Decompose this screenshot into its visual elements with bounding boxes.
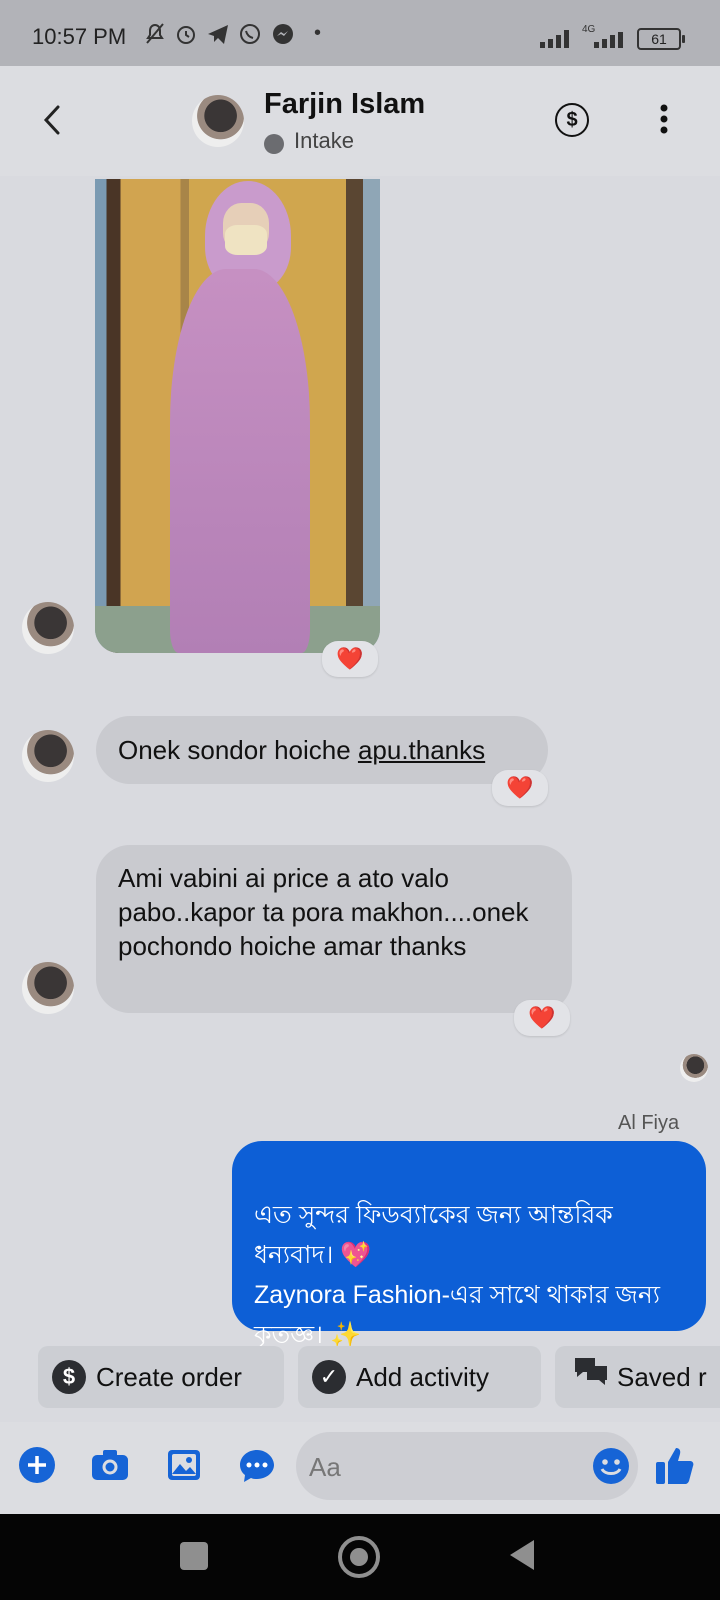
message-link[interactable]: apu.thanks — [358, 735, 485, 765]
home-icon[interactable] — [338, 1536, 380, 1578]
contact-avatar[interactable] — [192, 95, 244, 147]
chip-label: Saved r — [617, 1362, 707, 1392]
dollar-circle-icon[interactable]: $ — [555, 103, 589, 137]
image-icon[interactable] — [166, 1448, 202, 1487]
thumbs-up-icon[interactable] — [654, 1444, 696, 1491]
chip-label: Add activity — [356, 1362, 489, 1392]
message-input-placeholder: Aa — [309, 1452, 341, 1482]
presence-dot — [264, 134, 284, 154]
create-order-chip[interactable]: $ Create order — [38, 1346, 284, 1408]
heart-reaction[interactable]: ❤️ — [322, 641, 378, 677]
alarm-icon — [174, 22, 198, 52]
heart-reaction[interactable]: ❤️ — [492, 770, 548, 806]
battery-indicator: 61 — [637, 28, 685, 50]
sender-avatar[interactable] — [22, 730, 74, 782]
back-nav-icon[interactable] — [508, 1538, 536, 1577]
message-input[interactable] — [296, 1432, 638, 1500]
message-bubble[interactable]: Onek sondor hoiche apu.thanks — [96, 716, 548, 784]
chip-label: Create order — [96, 1362, 242, 1392]
chat-bubbles-icon — [573, 1346, 609, 1408]
check-circle-icon: ✓ — [312, 1360, 346, 1395]
mute-icon — [144, 22, 166, 52]
dollar-circle-icon: $ — [52, 1360, 86, 1395]
chat-header — [0, 66, 720, 176]
telegram-icon — [206, 22, 230, 52]
message-text: Onek sondor hoiche — [118, 735, 358, 765]
chat-dots-icon[interactable] — [238, 1448, 276, 1489]
message-text: এত সুন্দর ফিডব্যাকের জন্য আন্তরিক ধন্যবা… — [254, 1201, 660, 1349]
status-time: 10:57 PM — [32, 24, 127, 49]
add-activity-chip[interactable]: ✓ Add activity — [298, 1346, 541, 1408]
message-photo[interactable] — [95, 179, 380, 653]
contact-label: Intake — [294, 128, 354, 153]
message-bubble[interactable]: Ami vabini ai price a ato valo pabo..kap… — [96, 845, 572, 1013]
plus-icon[interactable] — [18, 1446, 56, 1489]
camera-icon[interactable] — [90, 1448, 130, 1487]
back-icon[interactable] — [40, 104, 64, 141]
whatsapp-icon — [238, 22, 262, 52]
signal-icon — [540, 30, 576, 53]
sender-name: Al Fiya — [618, 1112, 680, 1134]
more-dot-icon: • — [314, 22, 322, 44]
signal-icon-2 — [586, 32, 626, 53]
outgoing-message-bubble[interactable]: এত সুন্দর ফিডব্যাকের জন্য আন্তরিক ধন্যবা… — [232, 1141, 706, 1349]
recents-icon[interactable] — [180, 1542, 208, 1570]
contact-name[interactable]: Farjin Islam — [264, 88, 425, 121]
messenger-icon — [271, 22, 295, 52]
emoji-icon[interactable] — [592, 1447, 630, 1490]
message-text: Ami vabini ai price a ato valo pabo..kap… — [118, 863, 529, 961]
heart-reaction[interactable]: ❤️ — [514, 1000, 570, 1036]
sender-avatar[interactable] — [22, 602, 74, 654]
more-vertical-icon[interactable] — [660, 104, 668, 139]
saved-replies-chip[interactable]: Saved r — [555, 1346, 720, 1408]
sender-avatar[interactable] — [22, 962, 74, 1014]
read-receipt-avatar — [680, 1054, 708, 1082]
